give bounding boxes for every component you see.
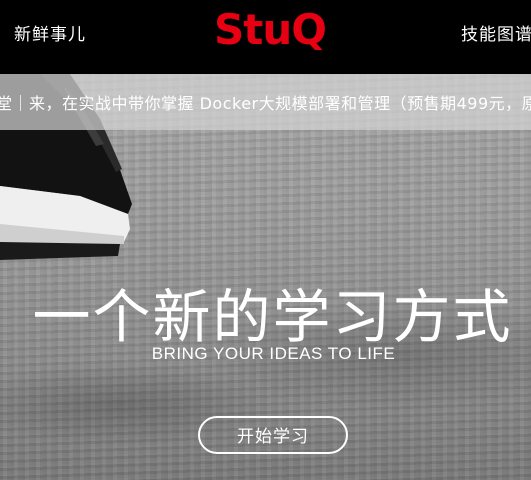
nav-link-skill-map[interactable]: 技能图谱 [461,20,531,45]
announcement-banner[interactable]: 堂｜来，在实战中带你掌握 Docker大规模部署和管理（预售期499元，原 [0,74,531,130]
page: 新鲜事儿 StuQ 技能图谱 堂｜来，在实战中带你掌握 Docker大规模部署和… [0,0,531,480]
announcement-text[interactable]: 堂｜来，在实战中带你掌握 Docker大规模部署和管理（预售期499元，原 [0,90,531,114]
hero-title: 一个新的学习方式 [32,283,513,351]
logo-text: StuQ [214,5,326,54]
stuq-logo-graphic: StuQ [214,5,327,54]
stuq-logo[interactable]: StuQ [212,4,336,54]
top-navigation-bar: 新鲜事儿 StuQ 技能图谱 [0,0,531,74]
nav-link-news[interactable]: 新鲜事儿 [14,20,86,45]
start-learning-button[interactable]: 开始学习 [198,416,348,454]
hero-subtitle: BRING YOUR IDEAS TO LIFE [151,344,396,363]
